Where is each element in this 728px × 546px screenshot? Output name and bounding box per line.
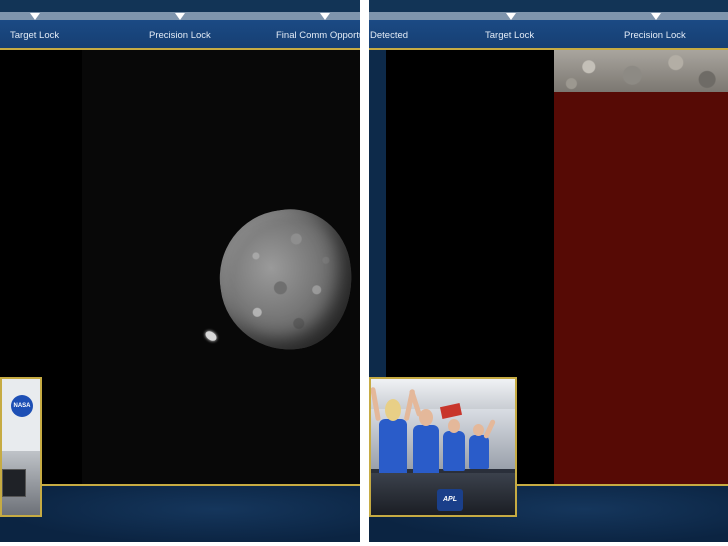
phase-label-precision-lock: Precision Lock xyxy=(149,30,211,41)
apl-logo: APL xyxy=(437,489,463,511)
phase-marker xyxy=(651,13,661,20)
team-celebration-inset: APL xyxy=(369,377,517,517)
surface-closeup-image xyxy=(554,50,728,92)
team-member xyxy=(379,419,407,479)
phase-marker xyxy=(506,13,516,20)
phase-label-target-lock: Target Lock xyxy=(10,30,60,41)
monitor-icon xyxy=(2,469,26,497)
team-member-head xyxy=(385,399,401,421)
phase-label-final-comm: Final Comm Opportu xyxy=(276,30,360,41)
progress-track xyxy=(369,12,728,20)
phase-label-precision-lock: Precision Lock xyxy=(624,30,686,41)
phase-marker xyxy=(30,13,40,20)
progress-header xyxy=(369,0,728,12)
bottom-banner xyxy=(0,484,360,542)
mission-control-inset: NASA xyxy=(0,377,42,517)
team-member-head xyxy=(473,424,484,436)
team-member xyxy=(413,425,439,477)
team-member xyxy=(469,435,489,469)
team-member xyxy=(443,431,465,471)
lost-signal-frame xyxy=(554,92,728,484)
team-member-head xyxy=(448,419,460,433)
phase-marker xyxy=(320,13,330,20)
phase-marker xyxy=(175,13,185,20)
phase-label-detected: Detected xyxy=(370,30,409,41)
progress-header xyxy=(0,0,360,12)
phase-label-target-lock: Target Lock xyxy=(485,30,535,41)
nasa-logo: NASA xyxy=(11,395,33,417)
phase-label-bar: Target Lock Precision Lock Final Comm Op… xyxy=(0,20,360,50)
phase-label-bar: Detected Target Lock Precision Lock xyxy=(369,20,728,50)
